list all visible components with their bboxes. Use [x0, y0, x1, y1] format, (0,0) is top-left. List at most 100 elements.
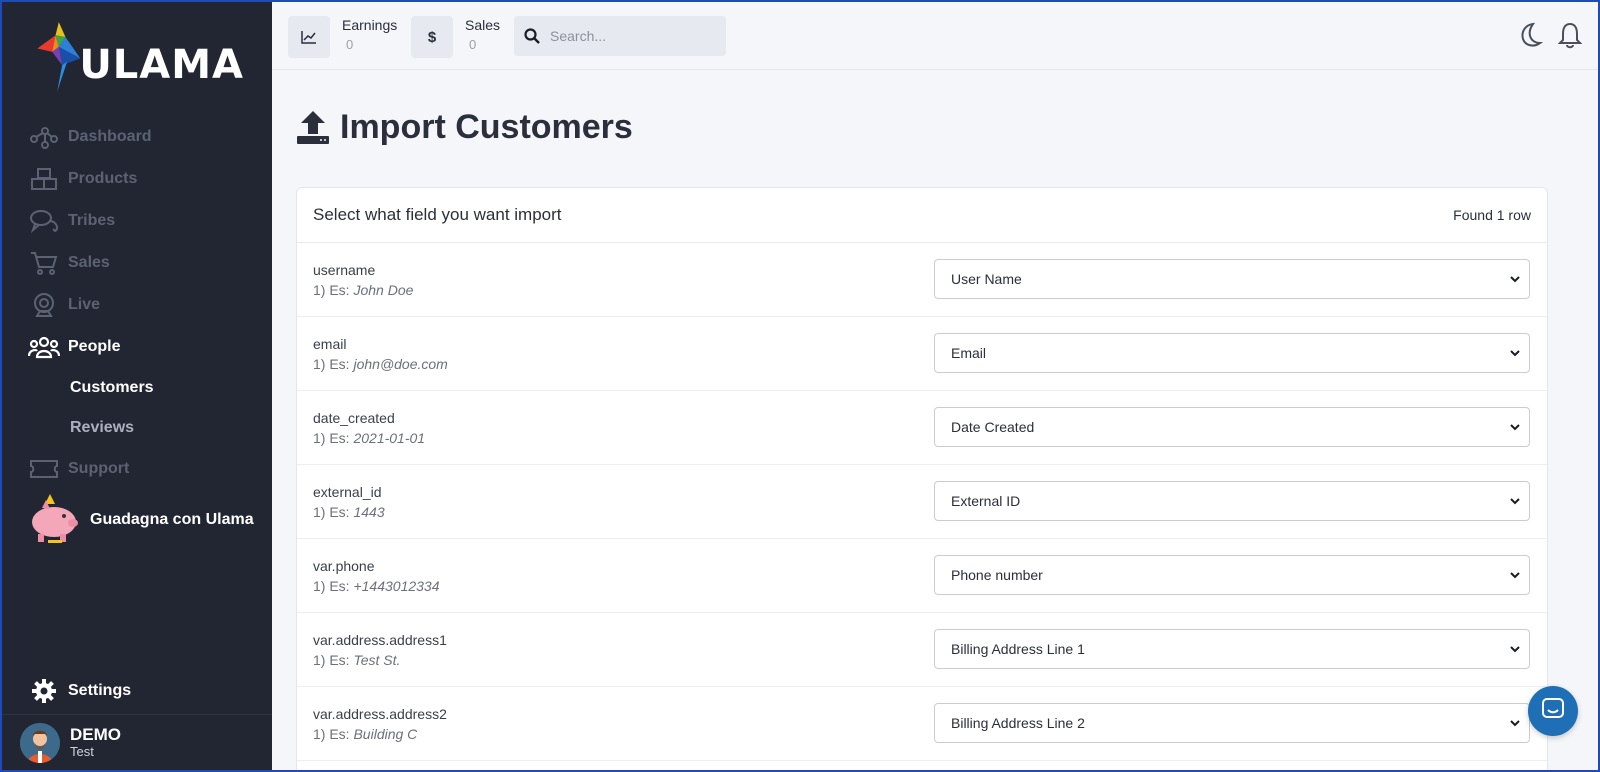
page-title-text: Import Customers	[340, 108, 633, 146]
promo-label: Guadagna con Ulama	[90, 511, 254, 528]
sidebar-subitem-label: Customers	[70, 379, 154, 396]
gear-icon	[28, 678, 60, 704]
select-value: Email	[951, 345, 987, 361]
field-select[interactable]: Phone number	[934, 555, 1530, 595]
main-content: Earnings 0 $ Sales 0 Search... Import Cu…	[272, 2, 1598, 770]
promo-earn-with-ulama[interactable]: Guadagna con Ulama	[2, 490, 272, 550]
select-value: Date Created	[951, 419, 1035, 435]
page-title: Import Customers	[296, 108, 633, 147]
field-name: username	[313, 261, 376, 278]
sidebar-item-support[interactable]: Support	[2, 448, 272, 490]
sidebar-item-sales[interactable]: Sales	[2, 242, 272, 284]
field-select[interactable]: External ID	[934, 481, 1530, 521]
sales-label: Sales	[465, 17, 501, 33]
user-profile[interactable]: DEMO Test	[2, 714, 272, 770]
people-group-icon	[28, 333, 60, 361]
field-mapping-row: var.address.address1 1) Es: Test St. Bil…	[297, 613, 1547, 687]
sidebar-item-label: Dashboard	[68, 128, 152, 145]
field-mapping-row: username 1) Es: John Doe User Name	[297, 243, 1547, 317]
sales-value: 0	[469, 37, 477, 52]
moon-icon[interactable]	[1516, 20, 1544, 50]
field-name: external_id	[313, 483, 382, 500]
sidebar-item-label: People	[68, 338, 121, 355]
dollar-icon: $	[411, 16, 453, 58]
app-window: ULAMA Dashboard Products Tribes Sales Li…	[2, 2, 1598, 770]
card-header: Select what field you want import Found …	[297, 188, 1547, 243]
sidebar-subitem-customers[interactable]: Customers	[2, 368, 272, 408]
field-mapping-row: email 1) Es: john@doe.com Email	[297, 317, 1547, 391]
field-name: var.address.address2	[313, 705, 447, 722]
piggy-bank-icon	[28, 492, 82, 549]
field-mapping-row: var.address.address2 1) Es: Building C B…	[297, 687, 1547, 761]
select-value: Phone number	[951, 567, 1043, 583]
sidebar-item-label: Support	[68, 460, 130, 477]
top-bar: Earnings 0 $ Sales 0	[272, 2, 1598, 70]
top-icons	[1504, 20, 1584, 50]
earnings-value: 0	[346, 37, 354, 52]
upload-icon	[296, 110, 332, 146]
field-select[interactable]: User Name	[934, 259, 1530, 299]
field-name: email	[313, 335, 347, 352]
chevron-down-icon	[1509, 272, 1521, 289]
sidebar-subitem-label: Reviews	[70, 419, 135, 436]
row-count: Found 1 row	[1453, 207, 1531, 223]
field-select[interactable]: Email	[934, 333, 1530, 373]
card-title: Select what field you want import	[313, 205, 562, 224]
field-mapping-row: external_id 1) Es: 1443 External ID	[297, 465, 1547, 539]
brand-logo[interactable]: ULAMA	[34, 10, 244, 102]
sidebar-item-live[interactable]: Live	[2, 284, 272, 326]
sales-stat[interactable]: $ Sales 0	[411, 16, 500, 58]
chevron-down-icon	[1509, 642, 1521, 659]
earnings-stat[interactable]: Earnings 0	[288, 16, 397, 58]
chat-support-button[interactable]	[1528, 686, 1578, 736]
field-mapping-row: var.phone 1) Es: +1443012334 Phone numbe…	[297, 539, 1547, 613]
boxes-icon	[28, 165, 60, 193]
sidebar: ULAMA Dashboard Products Tribes Sales Li…	[2, 2, 272, 770]
field-select[interactable]: Billing Address Line 2	[934, 703, 1530, 743]
sidebar-subitem-reviews[interactable]: Reviews	[2, 408, 272, 448]
field-select[interactable]: Billing Address Line 1	[934, 629, 1530, 669]
field-example: 1) Es: Test St.	[313, 651, 401, 668]
settings-label: Settings	[68, 682, 132, 699]
select-value: External ID	[951, 493, 1021, 509]
chevron-down-icon	[1509, 494, 1521, 511]
select-value: User Name	[951, 271, 1022, 287]
ticket-icon	[28, 455, 60, 483]
sidebar-item-tribes[interactable]: Tribes	[2, 200, 272, 242]
chevron-down-icon	[1509, 568, 1521, 585]
user-name: DEMO	[70, 724, 121, 744]
user-role: Test	[70, 743, 94, 759]
cart-icon	[28, 249, 60, 277]
chat-bubbles-icon	[28, 207, 60, 235]
sidebar-item-people[interactable]: People	[2, 326, 272, 368]
avatar	[20, 722, 60, 763]
field-select[interactable]: Date Created	[934, 407, 1530, 447]
bell-icon[interactable]	[1556, 20, 1584, 50]
sidebar-item-label: Live	[68, 296, 101, 313]
field-name: var.address.address1	[313, 631, 447, 648]
sidebar-item-label: Tribes	[68, 212, 116, 229]
field-example: 1) Es: Building C	[313, 725, 418, 742]
sidebar-item-settings[interactable]: Settings	[2, 670, 272, 712]
field-example: 1) Es: 1443	[313, 503, 385, 520]
chart-line-icon	[288, 16, 330, 58]
field-mapping-row: date_created 1) Es: 2021-01-01 Date Crea…	[297, 391, 1547, 465]
field-example: 1) Es: John Doe	[313, 281, 414, 298]
sidebar-nav: Dashboard Products Tribes Sales Live Peo…	[2, 116, 272, 550]
search-icon	[514, 28, 550, 44]
sidebar-item-dashboard[interactable]: Dashboard	[2, 116, 272, 158]
import-card: Select what field you want import Found …	[296, 187, 1548, 770]
chevron-down-icon	[1509, 346, 1521, 363]
select-value: Billing Address Line 1	[951, 641, 1085, 657]
field-example: 1) Es: john@doe.com	[313, 355, 448, 372]
chevron-down-icon	[1509, 716, 1521, 733]
chat-icon	[1541, 697, 1565, 726]
sidebar-item-label: Sales	[68, 254, 110, 271]
sidebar-item-label: Products	[68, 170, 138, 187]
sidebar-item-products[interactable]: Products	[2, 158, 272, 200]
search-input[interactable]	[550, 28, 710, 44]
chevron-down-icon	[1509, 420, 1521, 437]
brand-name: ULAMA	[79, 42, 244, 88]
field-name: date_created	[313, 409, 395, 426]
field-example: 1) Es: +1443012334	[313, 577, 440, 594]
